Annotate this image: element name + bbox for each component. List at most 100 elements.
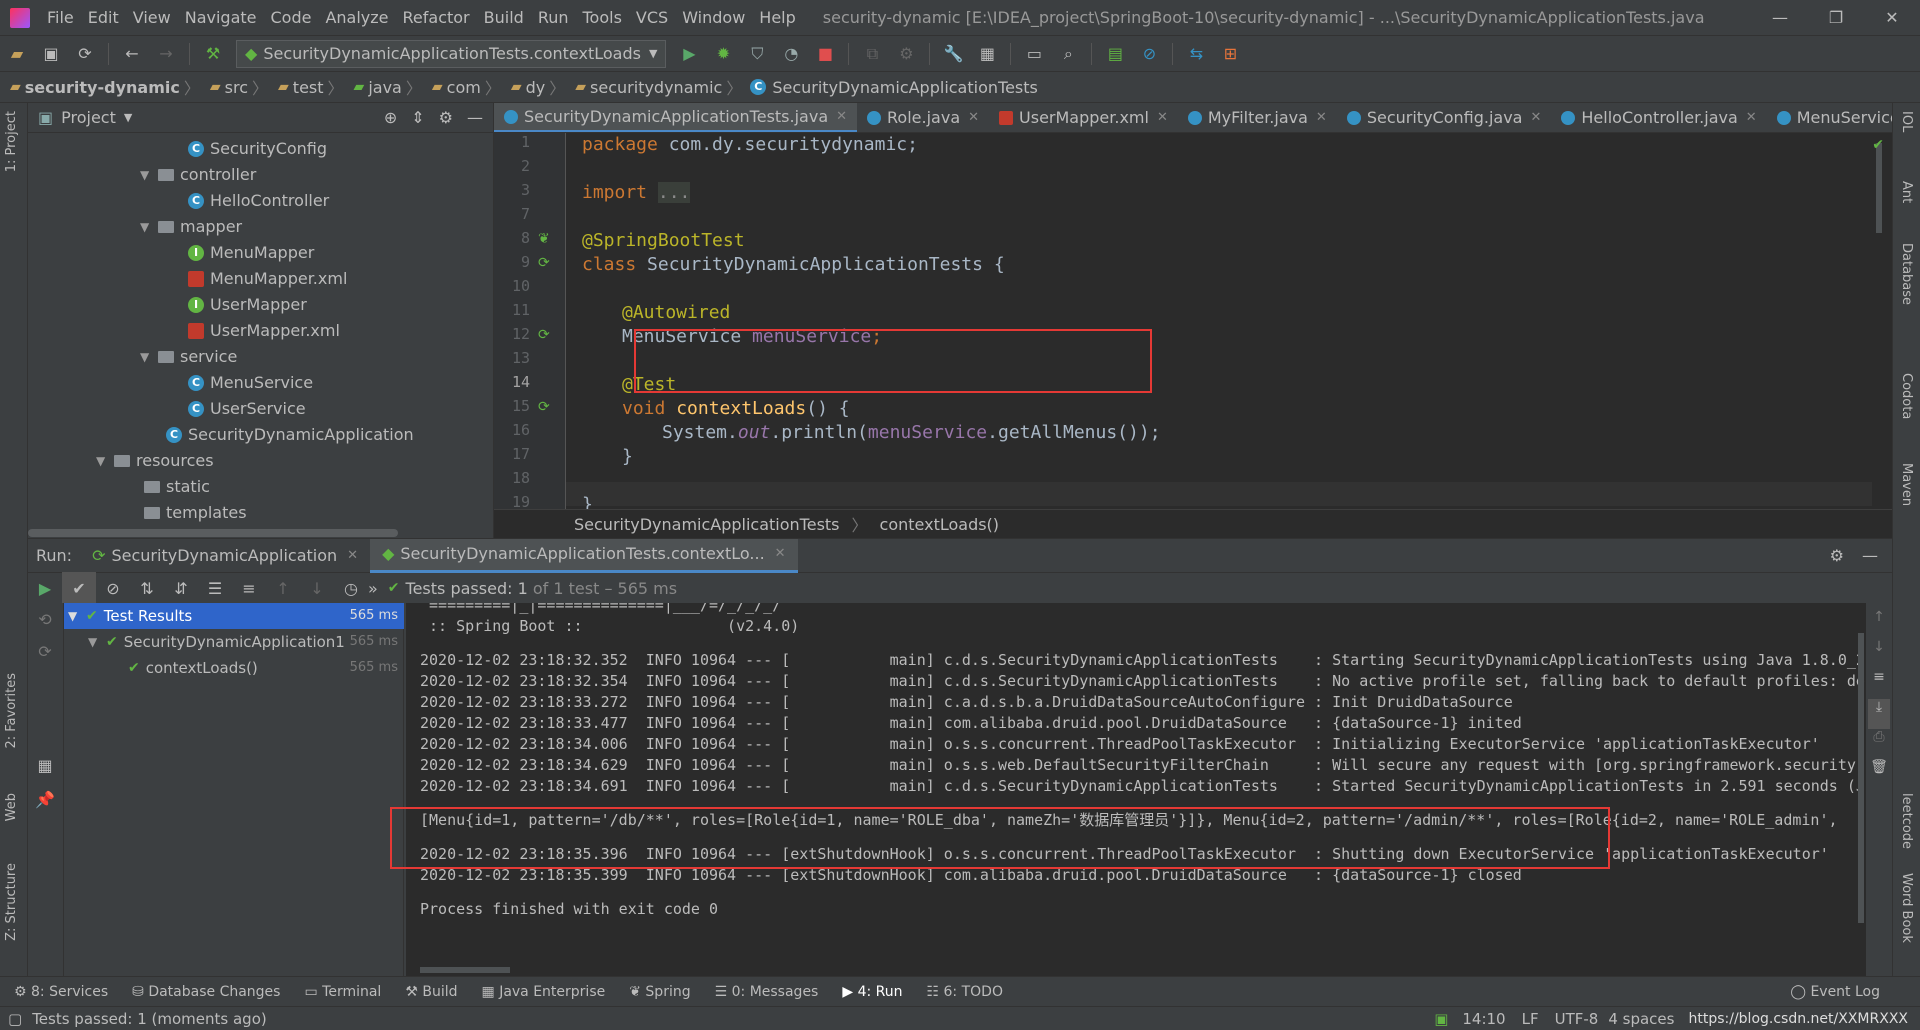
tab-myfilter[interactable]: MyFilter.java ✕: [1178, 103, 1337, 132]
hide-panel-icon[interactable]: —: [1862, 546, 1878, 565]
menu-run[interactable]: Run: [531, 0, 576, 36]
close-icon[interactable]: ✕: [836, 103, 847, 132]
history-icon[interactable]: ◷: [334, 572, 368, 604]
crumb-class[interactable]: SecurityDynamicApplicationTests: [772, 78, 1038, 97]
search-icon[interactable]: ⌕: [1051, 38, 1085, 70]
tab-role[interactable]: Role.java ✕: [857, 103, 989, 132]
tool-tab-codota[interactable]: Codota: [1899, 373, 1914, 419]
crumb-dy[interactable]: dy: [526, 78, 546, 97]
menu-file[interactable]: File: [40, 0, 81, 36]
tool-window-spring[interactable]: ❦ Spring: [629, 984, 690, 1000]
expand-arrow-icon[interactable]: ▼: [88, 629, 106, 655]
hide-panel-icon[interactable]: —: [467, 108, 483, 127]
crumb-test[interactable]: test: [293, 78, 324, 97]
tree-item[interactable]: C SecurityConfig: [188, 136, 327, 162]
close-icon[interactable]: ✕: [1316, 103, 1327, 132]
menu-analyze[interactable]: Analyze: [318, 0, 395, 36]
coverage-icon[interactable]: ⛉: [740, 38, 774, 70]
editor-scrollbar[interactable]: [1876, 143, 1882, 233]
locate-icon[interactable]: ⊕: [384, 108, 397, 127]
close-icon[interactable]: ✕: [968, 103, 979, 132]
indent-setting[interactable]: 4 spaces: [1608, 1010, 1674, 1028]
editor-crumb-class[interactable]: SecurityDynamicApplicationTests: [574, 515, 840, 534]
sort-duration-icon[interactable]: ⇵: [164, 572, 198, 604]
rerun-failed-icon[interactable]: ⟲: [28, 603, 62, 635]
console-hscrollbar[interactable]: [420, 967, 510, 973]
rerun-icon[interactable]: ▶: [28, 572, 62, 604]
file-encoding[interactable]: UTF-8: [1555, 1010, 1599, 1028]
sort-alpha-icon[interactable]: ⇅: [130, 572, 164, 604]
tool-tab-database[interactable]: Database: [1899, 243, 1914, 305]
tab-hellocontroller[interactable]: HelloController.java ✕: [1551, 103, 1766, 132]
tree-item[interactable]: MenuMapper.xml: [188, 266, 347, 292]
tool-tab-maven[interactable]: Maven: [1899, 463, 1914, 506]
scroll-up-icon[interactable]: ↑: [1873, 609, 1885, 639]
menu-build[interactable]: Build: [477, 0, 531, 36]
minimize-icon[interactable]: —: [1752, 0, 1808, 36]
pin-icon[interactable]: 📌: [28, 783, 62, 815]
run-tab-test[interactable]: ◆ SecurityDynamicApplicationTests.context…: [370, 537, 798, 573]
tab-securitydynamicapplicationtests[interactable]: SecurityDynamicApplicationTests.java ✕: [494, 103, 858, 132]
menu-vcs[interactable]: VCS: [629, 0, 675, 36]
code-area[interactable]: package com.dy.securitydynamic; import .…: [582, 133, 1872, 509]
tree-item[interactable]: ▼ service: [140, 344, 237, 370]
project-structure-icon[interactable]: ▦: [970, 38, 1004, 70]
tool-window-database-changes[interactable]: ⛁ Database Changes: [132, 984, 280, 1000]
profile-icon[interactable]: ◔: [774, 38, 808, 70]
chevron-down-icon[interactable]: ▼: [124, 111, 132, 124]
close-icon[interactable]: ✕: [1864, 0, 1920, 36]
tree-item[interactable]: ▼ mapper: [140, 214, 242, 240]
menu-navigate[interactable]: Navigate: [178, 0, 264, 36]
tree-item[interactable]: C SecurityDynamicApplication: [166, 422, 414, 448]
save-icon[interactable]: ▣: [34, 38, 68, 70]
tree-item[interactable]: ▼ controller: [140, 162, 256, 188]
open-folder-icon[interactable]: ▰: [0, 38, 34, 70]
crumb-java[interactable]: java: [368, 78, 402, 97]
crumb-project[interactable]: security-dynamic: [25, 78, 180, 97]
build-hammer-icon[interactable]: ⚒: [196, 38, 230, 70]
trash-icon[interactable]: 🗑: [1870, 759, 1888, 789]
next-test-icon[interactable]: ↓: [300, 572, 334, 604]
tree-item[interactable]: C HelloController: [188, 188, 329, 214]
show-passed-icon[interactable]: ✔: [62, 572, 96, 604]
status-message[interactable]: Tests passed: 1 (moments ago): [32, 1010, 267, 1028]
run-test-method-icon[interactable]: ⟳: [538, 399, 550, 415]
gear-icon[interactable]: ⚙: [1830, 546, 1844, 565]
back-icon[interactable]: ←: [115, 38, 149, 70]
collapse-all-icon[interactable]: ⇕: [411, 108, 424, 127]
close-icon[interactable]: ✕: [775, 537, 786, 571]
office-icon[interactable]: ⊞: [1213, 38, 1247, 70]
tool-window-todo[interactable]: ☷ 6: TODO: [927, 984, 1003, 1000]
run-test-class-icon[interactable]: ⟳: [538, 255, 550, 271]
crumb-com[interactable]: com: [447, 78, 481, 97]
close-icon[interactable]: ✕: [1746, 103, 1757, 132]
console-scrollbar[interactable]: [1858, 633, 1864, 923]
sync-icon[interactable]: ⟳: [68, 38, 102, 70]
collapse-all-icon[interactable]: ≡: [232, 572, 266, 604]
spring-bean-icon[interactable]: ❦: [538, 231, 550, 247]
tree-item[interactable]: static: [144, 474, 210, 500]
scroll-to-end-icon[interactable]: ⤓: [1868, 699, 1890, 729]
prev-test-icon[interactable]: ↑: [266, 572, 300, 604]
tool-tab-project[interactable]: 1: Project: [4, 111, 19, 172]
translate-icon[interactable]: ⇆: [1179, 38, 1213, 70]
soft-wrap-icon[interactable]: ≡: [1873, 669, 1885, 699]
editor-crumb-method[interactable]: contextLoads(): [880, 515, 1000, 534]
menu-tools[interactable]: Tools: [576, 0, 629, 36]
tree-item[interactable]: templates: [144, 500, 247, 526]
tool-window-run[interactable]: ▶ 4: Run: [842, 984, 902, 1000]
expand-arrow-icon[interactable]: ▼: [68, 603, 86, 629]
tree-item[interactable]: I MenuMapper: [188, 240, 314, 266]
menu-view[interactable]: View: [126, 0, 178, 36]
restore-icon[interactable]: ❐: [1808, 0, 1864, 36]
chart-icon[interactable]: ▤: [1098, 38, 1132, 70]
expand-arrow-icon[interactable]: ▼: [140, 162, 158, 188]
crumb-src[interactable]: src: [225, 78, 248, 97]
scroll-down-icon[interactable]: ↓: [1873, 639, 1885, 669]
tool-window-event-log[interactable]: ◯ Event Log: [1790, 984, 1880, 1000]
console-output[interactable]: =========|_|==============|___/=/_/_/_/ …: [406, 603, 1866, 977]
menu-help[interactable]: Help: [752, 0, 802, 36]
menu-code[interactable]: Code: [264, 0, 319, 36]
run-tab-app[interactable]: ⟳ SecurityDynamicApplication ✕: [80, 539, 370, 573]
codota-status-icon[interactable]: ▣: [1434, 1010, 1448, 1028]
